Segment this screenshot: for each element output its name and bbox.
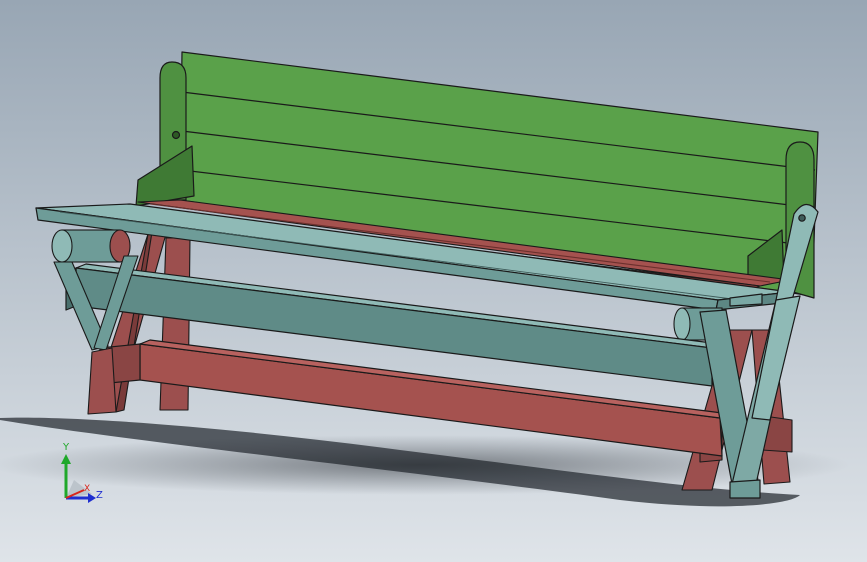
y-axis-label: Y bbox=[63, 442, 70, 453]
view-triad[interactable]: Y X Z bbox=[52, 440, 112, 510]
z-axis-arrow bbox=[88, 493, 96, 503]
3d-viewport[interactable]: Y X Z bbox=[0, 0, 867, 562]
left-hinge-cylinder[interactable] bbox=[51, 229, 131, 263]
bench-model[interactable] bbox=[0, 0, 867, 562]
backrest-left-pivot bbox=[171, 130, 181, 140]
x-axis-label: X bbox=[84, 484, 91, 494]
z-axis-label: Z bbox=[96, 490, 103, 501]
left-leg-red-front bbox=[87, 347, 117, 415]
right-frame-pivot bbox=[798, 214, 806, 222]
triad-axes bbox=[61, 454, 96, 503]
y-axis-arrow bbox=[61, 454, 71, 464]
right-frame-foot bbox=[729, 479, 761, 499]
